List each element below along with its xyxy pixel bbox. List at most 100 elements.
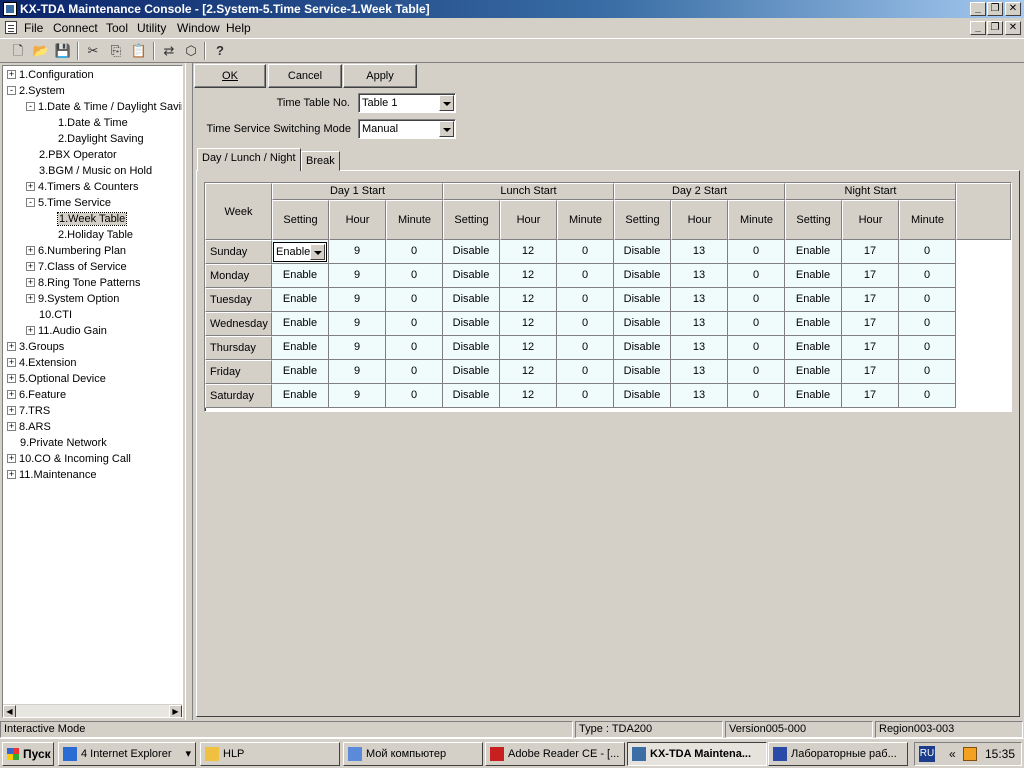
table-cell[interactable]: 9 bbox=[329, 336, 386, 360]
tree-item[interactable]: +8.ARS bbox=[7, 419, 51, 435]
table-cell[interactable]: 12 bbox=[500, 360, 557, 384]
table-cell[interactable]: Disable bbox=[614, 312, 671, 336]
table-cell[interactable]: 9 bbox=[329, 240, 386, 264]
table-cell[interactable]: 0 bbox=[386, 264, 443, 288]
table-cell[interactable]: 0 bbox=[557, 312, 614, 336]
table-cell[interactable]: Enable bbox=[272, 360, 329, 384]
table-cell[interactable]: 0 bbox=[728, 312, 785, 336]
table-cell[interactable]: 0 bbox=[899, 264, 956, 288]
help-icon[interactable]: ? bbox=[210, 42, 230, 60]
table-cell[interactable]: 0 bbox=[557, 384, 614, 408]
ok-button[interactable]: OK bbox=[194, 64, 266, 88]
table-cell[interactable]: 0 bbox=[557, 240, 614, 264]
navigation-tree[interactable]: +1.Configuration -2.System -1.Date & Time … bbox=[2, 65, 183, 718]
child-minimize-icon[interactable]: _ bbox=[970, 21, 986, 35]
tree-item[interactable]: +11.Maintenance bbox=[7, 467, 96, 483]
tree-item[interactable]: -5.Time Service bbox=[26, 195, 111, 211]
table-cell[interactable]: 9 bbox=[329, 288, 386, 312]
table-cell[interactable]: Enable bbox=[785, 288, 842, 312]
minimize-icon[interactable]: _ bbox=[970, 2, 986, 16]
tree-horizontal-scrollbar[interactable]: ◀ ▶ bbox=[3, 704, 182, 717]
table-cell[interactable]: Enable bbox=[785, 312, 842, 336]
language-indicator[interactable]: RU bbox=[919, 746, 935, 762]
table-cell[interactable]: 12 bbox=[500, 288, 557, 312]
child-close-icon[interactable]: ✕ bbox=[1005, 21, 1021, 35]
expand-icon[interactable]: + bbox=[26, 293, 35, 303]
table-cell[interactable]: Disable bbox=[443, 336, 500, 360]
table-cell[interactable]: 0 bbox=[386, 312, 443, 336]
tree-item[interactable]: +11.Audio Gain bbox=[26, 323, 107, 339]
table-cell[interactable]: Enable bbox=[272, 336, 329, 360]
table-cell[interactable]: 13 bbox=[671, 240, 728, 264]
tree-item[interactable]: 2.Daylight Saving bbox=[45, 131, 144, 147]
expand-icon[interactable]: + bbox=[26, 181, 35, 191]
tree-item[interactable]: +8.Ring Tone Patterns bbox=[26, 275, 141, 291]
table-cell[interactable]: 12 bbox=[500, 384, 557, 408]
table-cell[interactable]: Disable bbox=[614, 240, 671, 264]
table-cell[interactable]: Disable bbox=[443, 264, 500, 288]
tab-break[interactable]: Break bbox=[301, 151, 340, 171]
title-bar[interactable]: KX-TDA Maintenance Console - [2.System-5… bbox=[0, 0, 1024, 18]
table-cell[interactable]: 0 bbox=[728, 336, 785, 360]
table-cell[interactable]: Disable bbox=[614, 264, 671, 288]
table-cell[interactable]: 9 bbox=[329, 312, 386, 336]
table-cell[interactable]: 0 bbox=[899, 360, 956, 384]
tree-item[interactable]: +9.System Option bbox=[26, 291, 119, 307]
table-cell[interactable]: 0 bbox=[728, 288, 785, 312]
tree-item[interactable]: 1.Date & Time bbox=[45, 115, 128, 131]
expand-icon[interactable]: + bbox=[26, 261, 35, 271]
tree-item[interactable]: +1.Configuration bbox=[7, 67, 94, 83]
menu-file[interactable]: File bbox=[24, 21, 43, 35]
table-cell[interactable]: 9 bbox=[329, 264, 386, 288]
table-cell[interactable]: Enable bbox=[785, 264, 842, 288]
tree-item[interactable]: +7.Class of Service bbox=[26, 259, 127, 275]
document-icon[interactable] bbox=[5, 21, 17, 34]
tree-item[interactable]: +10.CO & Incoming Call bbox=[7, 451, 131, 467]
table-cell[interactable]: 0 bbox=[386, 240, 443, 264]
device-icon[interactable]: ⬡ bbox=[181, 42, 201, 60]
expand-icon[interactable]: + bbox=[7, 373, 16, 383]
expand-icon[interactable]: + bbox=[26, 277, 35, 287]
table-cell[interactable]: Enable bbox=[785, 384, 842, 408]
close-icon[interactable]: ✕ bbox=[1005, 2, 1021, 16]
paste-icon[interactable]: 📋 bbox=[129, 42, 149, 60]
table-cell[interactable]: 17 bbox=[842, 288, 899, 312]
table-cell[interactable]: 17 bbox=[842, 312, 899, 336]
cut-icon[interactable]: ✂ bbox=[83, 42, 103, 60]
table-cell[interactable]: 0 bbox=[557, 288, 614, 312]
tree-item[interactable]: 3.BGM / Music on Hold bbox=[26, 163, 152, 179]
collapse-icon[interactable]: - bbox=[26, 101, 35, 111]
tree-item[interactable]: 1.Week Table bbox=[45, 211, 128, 227]
cancel-button[interactable]: Cancel bbox=[268, 64, 342, 88]
taskbar-task[interactable]: Лабораторные раб... bbox=[768, 742, 908, 766]
table-cell[interactable]: 12 bbox=[500, 264, 557, 288]
table-cell[interactable]: 0 bbox=[386, 384, 443, 408]
table-cell[interactable]: 9 bbox=[329, 384, 386, 408]
tree-item[interactable]: +4.Timers & Counters bbox=[26, 179, 138, 195]
tree-item[interactable]: 9.Private Network bbox=[7, 435, 107, 451]
table-cell[interactable]: 0 bbox=[557, 264, 614, 288]
apply-button[interactable]: Apply bbox=[343, 64, 417, 88]
menu-window[interactable]: Window bbox=[177, 21, 220, 35]
scroll-right-icon[interactable]: ▶ bbox=[169, 705, 182, 717]
tray-expand-icon[interactable]: « bbox=[949, 743, 956, 765]
table-cell[interactable]: 0 bbox=[386, 336, 443, 360]
menu-tool[interactable]: Tool bbox=[106, 21, 128, 35]
save-icon[interactable]: 💾 bbox=[53, 42, 73, 60]
table-cell[interactable]: Enable bbox=[785, 240, 842, 264]
menu-help[interactable]: Help bbox=[226, 21, 251, 35]
tree-item[interactable]: 2.Holiday Table bbox=[45, 227, 133, 243]
table-cell[interactable]: Enable bbox=[785, 336, 842, 360]
expand-icon[interactable]: + bbox=[7, 469, 16, 479]
tree-item[interactable]: +6.Feature bbox=[7, 387, 66, 403]
scroll-left-icon[interactable]: ◀ bbox=[3, 705, 16, 717]
expand-icon[interactable]: + bbox=[7, 69, 16, 79]
expand-icon[interactable]: + bbox=[7, 341, 16, 351]
menu-utility[interactable]: Utility bbox=[137, 21, 166, 35]
table-cell[interactable]: 0 bbox=[899, 240, 956, 264]
setting-dropdown[interactable]: Enable bbox=[273, 242, 327, 262]
table-cell[interactable]: 0 bbox=[728, 264, 785, 288]
expand-icon[interactable]: + bbox=[26, 245, 35, 255]
tree-item[interactable]: +3.Groups bbox=[7, 339, 64, 355]
table-cell[interactable]: 0 bbox=[728, 360, 785, 384]
